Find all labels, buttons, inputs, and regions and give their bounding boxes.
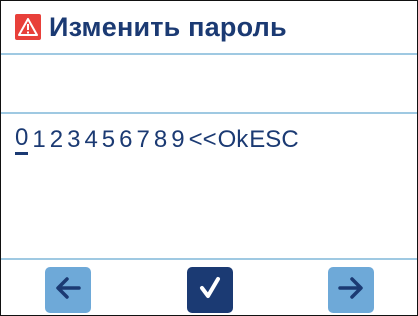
key-3[interactable]: 3 — [67, 126, 80, 154]
key-esc[interactable]: ESC — [249, 126, 298, 154]
arrow-right-icon — [336, 275, 366, 306]
checkmark-icon — [195, 273, 225, 308]
key-7[interactable]: 7 — [137, 126, 150, 154]
next-button[interactable] — [328, 267, 374, 313]
warning-icon — [15, 14, 41, 40]
key-1[interactable]: 1 — [32, 126, 45, 154]
key-0[interactable]: 0 — [15, 124, 29, 155]
page-title: Изменить пароль — [49, 11, 287, 42]
password-input-underline — [1, 112, 417, 114]
key-4[interactable]: 4 — [84, 126, 97, 154]
previous-button[interactable] — [45, 267, 91, 313]
password-keypad: 0 1 2 3 4 5 6 7 8 9 << Ok ESC — [15, 124, 303, 155]
key-9[interactable]: 9 — [171, 126, 184, 154]
arrow-left-icon — [53, 275, 83, 306]
key-8[interactable]: 8 — [154, 126, 167, 154]
title-bar: Изменить пароль — [1, 1, 417, 55]
dialog-screen: Изменить пароль 0 1 2 3 4 5 6 7 8 9 << O… — [0, 0, 418, 316]
key-5[interactable]: 5 — [102, 126, 115, 154]
key-6[interactable]: 6 — [119, 126, 132, 154]
footer-bar — [1, 260, 417, 315]
confirm-button[interactable] — [187, 267, 233, 313]
key-2[interactable]: 2 — [50, 126, 63, 154]
key-backspace[interactable]: << — [189, 126, 217, 154]
key-ok[interactable]: Ok — [218, 126, 249, 154]
